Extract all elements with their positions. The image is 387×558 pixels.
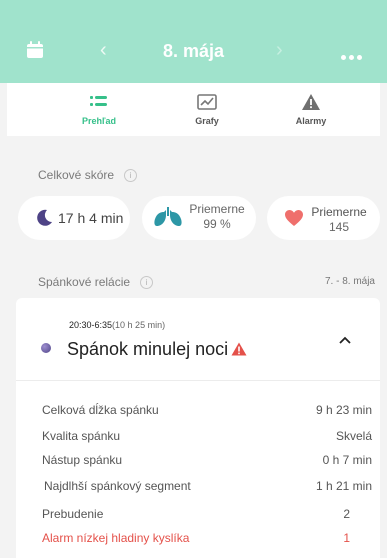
tab-bar: Prehľad Grafy Alarmy bbox=[7, 83, 380, 136]
list-icon bbox=[90, 96, 107, 106]
detail-value: 1 bbox=[343, 531, 350, 545]
chart-icon bbox=[197, 94, 217, 110]
detail-value: 2 bbox=[343, 507, 350, 521]
info-icon[interactable]: i bbox=[140, 276, 154, 290]
detail-row: Prebudenie 2 bbox=[16, 507, 380, 527]
chevron-up-icon[interactable] bbox=[337, 334, 353, 346]
session-time-range: 20:30-6:35 bbox=[69, 320, 113, 330]
session-title: Spánok minulej noci bbox=[67, 339, 247, 360]
app-header: ‹ 8. mája › bbox=[0, 0, 387, 83]
tab-label: Prehľad bbox=[82, 116, 116, 126]
detail-row-alert[interactable]: Alarm nízkej hladiny kyslíka 1 bbox=[16, 531, 380, 551]
sleep-session-card[interactable]: 20:30-6:35(10 h 25 min) Spánok minulej n… bbox=[16, 298, 380, 380]
tab-label: Grafy bbox=[195, 116, 219, 126]
detail-label: Nástup spánku bbox=[42, 453, 123, 467]
detail-value: 0 h 7 min bbox=[322, 453, 372, 467]
current-date: 8. mája bbox=[162, 41, 225, 61]
heart-rate-pill[interactable]: Priemerne 145 bbox=[267, 196, 380, 240]
sessions-date-range: 7. - 8. mája bbox=[324, 276, 375, 287]
oxygen-label: Priemerne bbox=[189, 202, 245, 216]
more-options-icon[interactable] bbox=[341, 47, 371, 60]
moon-icon bbox=[37, 209, 52, 226]
detail-label: Najdlhší spánkový segment bbox=[44, 479, 191, 493]
alert-triangle-icon bbox=[302, 94, 320, 110]
oxygen-value: 99 % bbox=[203, 217, 231, 231]
detail-row: Kvalita spánku Skvelá bbox=[16, 429, 380, 449]
heart-label: Priemerne bbox=[311, 205, 367, 219]
detail-label: Prebudenie bbox=[42, 507, 104, 521]
tab-charts[interactable]: Grafy bbox=[157, 83, 257, 136]
tab-alarms[interactable]: Alarmy bbox=[261, 83, 361, 136]
detail-value: Skvelá bbox=[335, 429, 372, 443]
session-title-text: Spánok minulej noci bbox=[67, 339, 229, 359]
tab-overview[interactable]: Prehľad bbox=[49, 83, 149, 136]
sleep-sessions-heading: Spánkové relácie i bbox=[38, 275, 154, 290]
tab-label: Alarmy bbox=[295, 116, 327, 126]
heart-value: 145 bbox=[328, 220, 350, 234]
detail-label: Kvalita spánku bbox=[42, 429, 121, 443]
oxygen-pill[interactable]: Priemerne 99 % bbox=[142, 196, 256, 240]
sleep-duration-value: 17 h 4 min bbox=[58, 210, 124, 226]
session-time: 20:30-6:35(10 h 25 min) bbox=[69, 320, 165, 330]
detail-row: Nástup spánku 0 h 7 min bbox=[16, 453, 380, 473]
detail-row: Najdlhší spánkový segment 1 h 21 min bbox=[16, 479, 380, 499]
sleep-sessions-title: Spánkové relácie bbox=[38, 275, 131, 289]
detail-value: 9 h 23 min bbox=[315, 403, 372, 417]
warning-icon bbox=[231, 342, 247, 356]
heart-icon bbox=[285, 210, 303, 226]
total-score-title: Celkové skóre bbox=[38, 168, 115, 182]
detail-row: Celková dĺžka spánku 9 h 23 min bbox=[16, 403, 380, 423]
sleep-duration-pill[interactable]: 17 h 4 min bbox=[18, 196, 130, 240]
info-icon[interactable]: i bbox=[124, 169, 138, 183]
total-score-heading: Celkové skóre i bbox=[38, 168, 138, 183]
detail-label: Celková dĺžka spánku bbox=[42, 403, 159, 417]
session-duration: (10 h 25 min) bbox=[112, 320, 166, 330]
session-dot-icon bbox=[41, 343, 51, 353]
detail-value: 1 h 21 min bbox=[315, 479, 372, 493]
next-day-button[interactable]: › bbox=[276, 39, 283, 62]
session-details: Celková dĺžka spánku 9 h 23 min Kvalita … bbox=[16, 380, 380, 558]
detail-label: Alarm nízkej hladiny kyslíka bbox=[42, 531, 190, 545]
lungs-icon bbox=[154, 207, 182, 226]
